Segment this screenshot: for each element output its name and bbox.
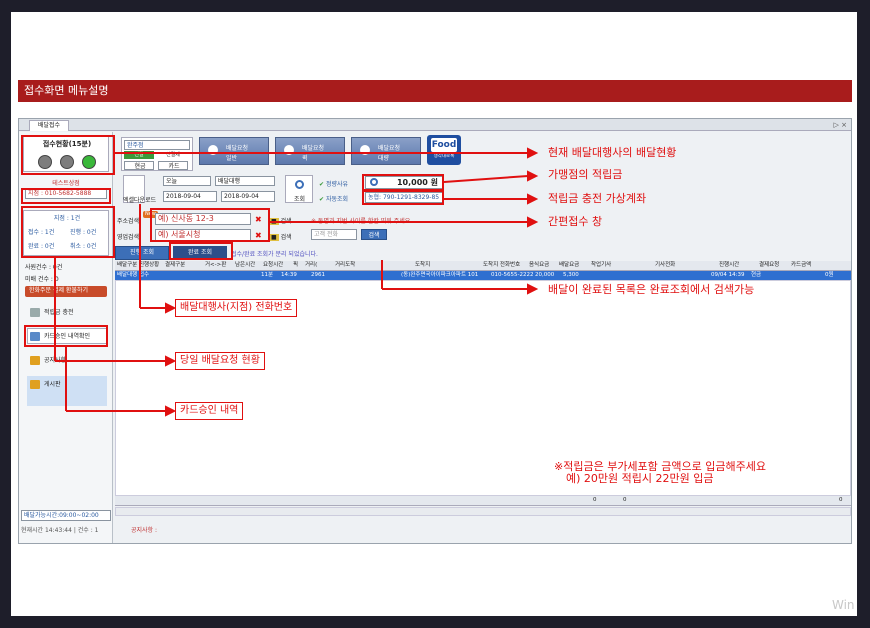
callout-done-search: 배달이 완료된 목록은 완료조회에서 검색가능 — [548, 283, 755, 296]
callout-points: 가맹점의 적립금 — [548, 168, 623, 181]
callout-account: 적립금 충전 가상계좌 — [548, 192, 647, 205]
callout-current-status: 현재 배달대행사의 배달현황 — [548, 146, 677, 159]
callout-quick-intake: 간편접수 창 — [548, 215, 603, 228]
connector-lines — [54, 147, 539, 417]
note-points-example: 예) 20만원 적립시 22만원 입금 — [566, 472, 714, 485]
callout-card-approval: 카드승인 내역 — [175, 402, 244, 420]
callout-branch-phone: 배달대행사(지점) 전화번호 — [175, 299, 298, 317]
watermark: Win — [832, 598, 855, 612]
callout-today-requests: 당일 배달요청 현황 — [175, 352, 265, 370]
